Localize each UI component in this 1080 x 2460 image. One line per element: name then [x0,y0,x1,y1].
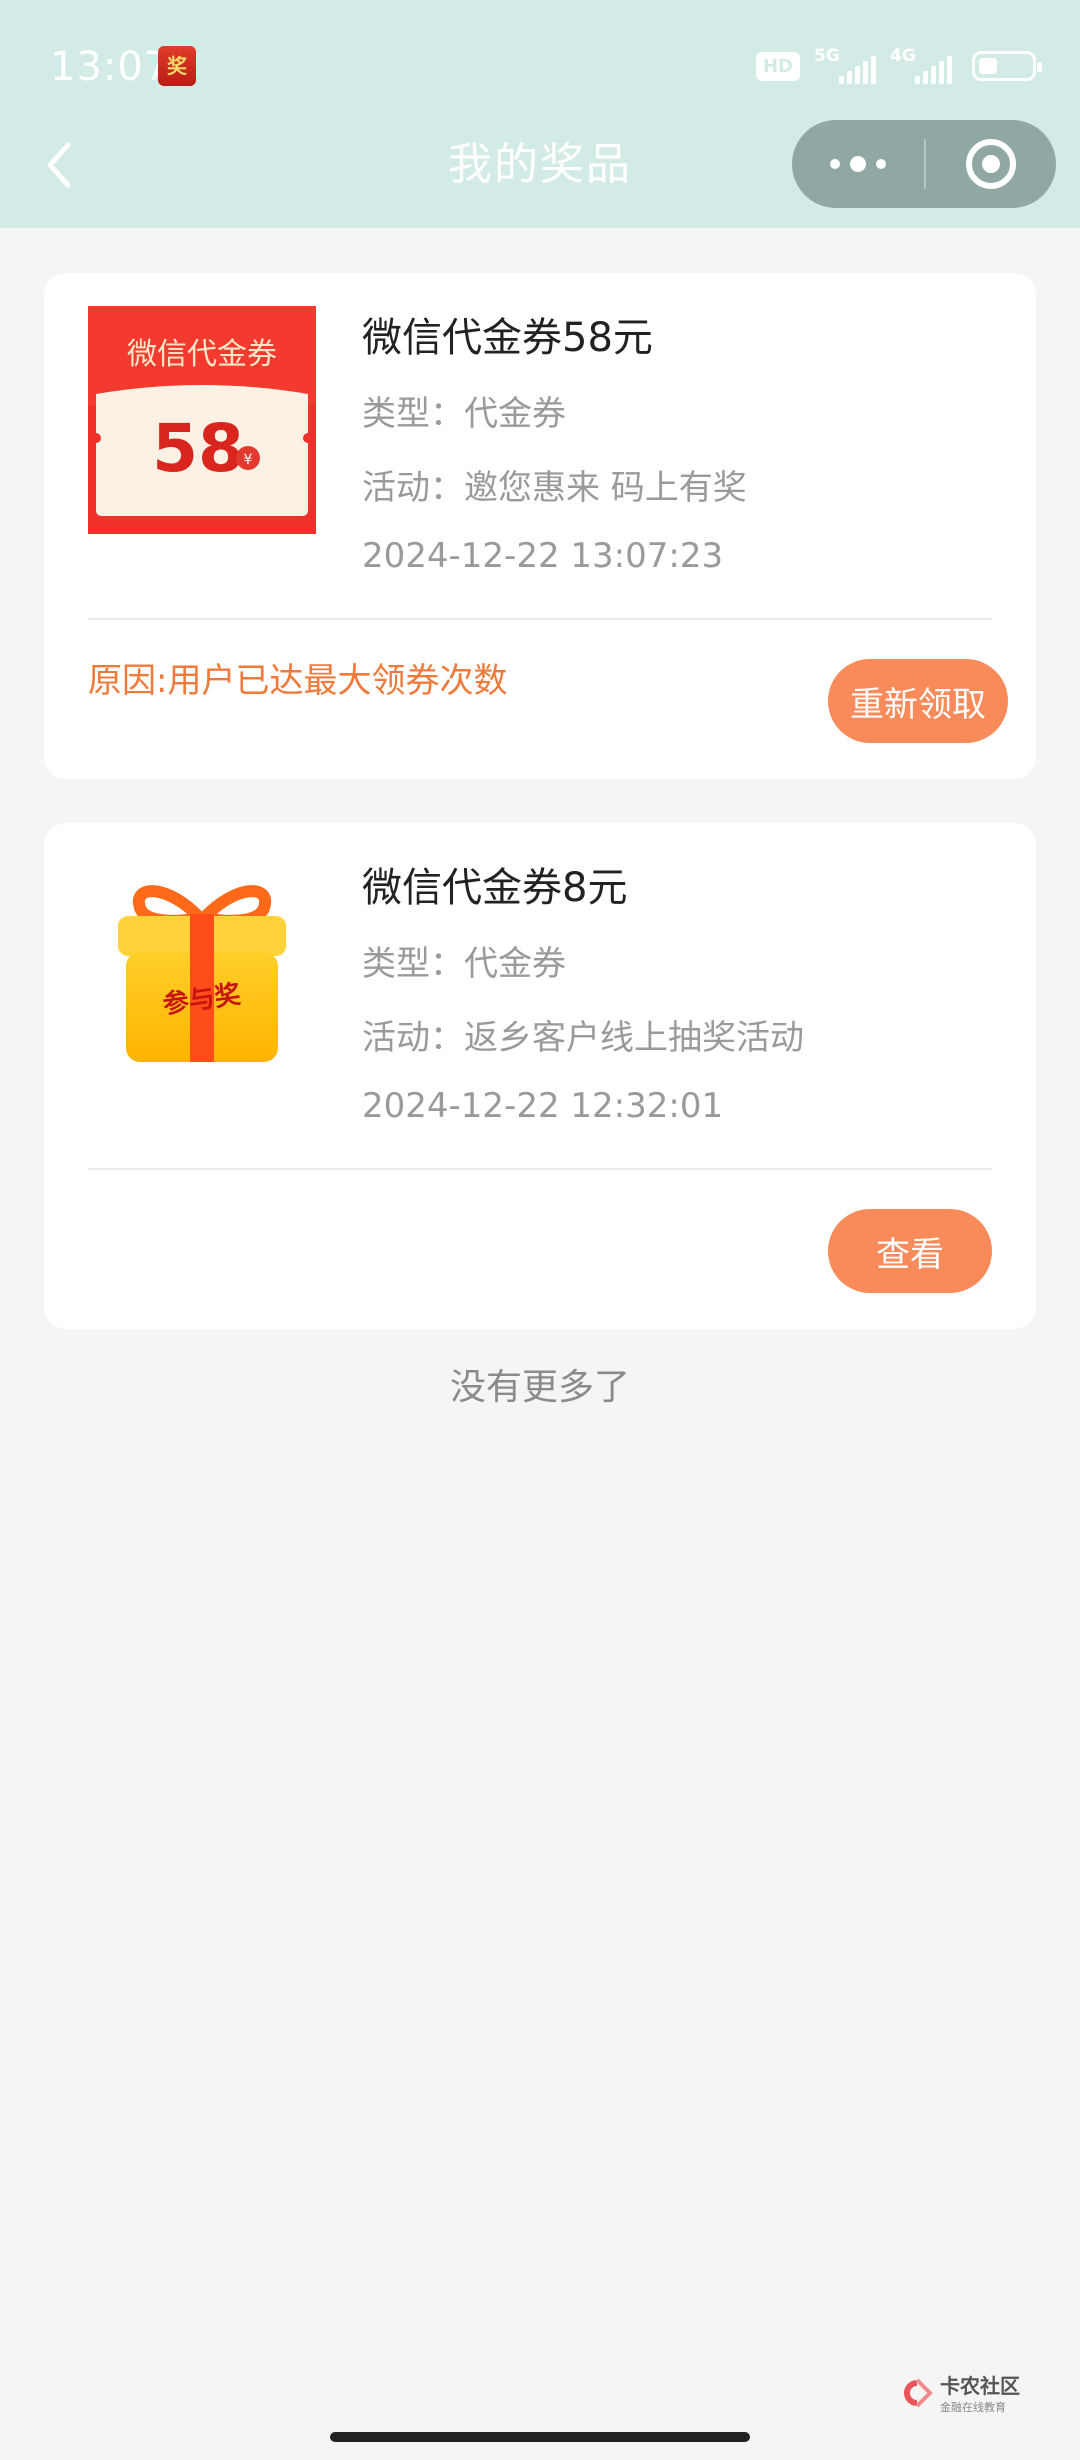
voucher-58-image: 微信代金券 58 ¥ [88,306,316,534]
prize-date: 2024-12-22 13:07:23 [362,536,724,576]
svg-text:¥: ¥ [244,452,253,468]
prize-activity: 活动：邀您惠来 码上有奖 [362,468,747,508]
status-time: 13:07 [50,44,171,90]
home-indicator[interactable] [330,2432,750,2442]
target-circle-icon [966,139,1016,189]
signal-4g-icon: 4G [890,46,952,84]
watermark: 卡农社区 金融在线教育 [900,2370,1020,2415]
prize-date: 2024-12-22 12:32:01 [362,1086,724,1126]
miniprogram-capsule [792,120,1056,208]
status-indicators: HD 5G 4G [755,46,1042,86]
signal-5g-icon: 5G [814,46,876,84]
prize-type: 类型：代金券 [362,394,566,434]
battery-icon [972,51,1042,81]
failure-reason: 原因:用户已达最大领券次数 [88,661,508,701]
more-button[interactable] [792,120,924,208]
top-bar: 13:07 奖 HD 5G 4G 我的奖品 [0,0,1080,228]
prize-card: 参与奖 微信代金券8元 类型：代金券 活动：返乡客户线上抽奖活动 2024-12… [44,823,1036,1329]
divider [88,618,992,620]
watermark-sub: 金融在线教育 [940,2401,1006,2414]
divider [88,1168,992,1170]
more-dots-icon [830,159,840,169]
prize-card: 微信代金券 58 ¥ 微信代金券58元 类型：代金券 活动：邀您惠来 码上有奖 … [44,273,1036,779]
svg-text:58: 58 [152,410,244,487]
app-notification-icon: 奖 [158,46,196,86]
watermark-logo-icon [904,2378,933,2407]
reclaim-button[interactable]: 重新领取 [828,659,1008,743]
prize-title: 微信代金券58元 [362,315,653,361]
close-miniprogram-button[interactable] [926,120,1056,208]
view-button[interactable]: 查看 [828,1209,992,1293]
prize-type: 类型：代金券 [362,944,566,984]
hd-icon: HD [755,51,800,81]
no-more-text: 没有更多了 [449,1367,630,1408]
prize-title: 微信代金券8元 [362,865,628,911]
watermark-name: 卡农社区 [940,2374,1020,2398]
svg-text:微信代金券: 微信代金券 [127,337,277,372]
gift-box-image: 参与奖 [118,885,286,1062]
prize-activity: 活动：返乡客户线上抽奖活动 [362,1018,804,1058]
